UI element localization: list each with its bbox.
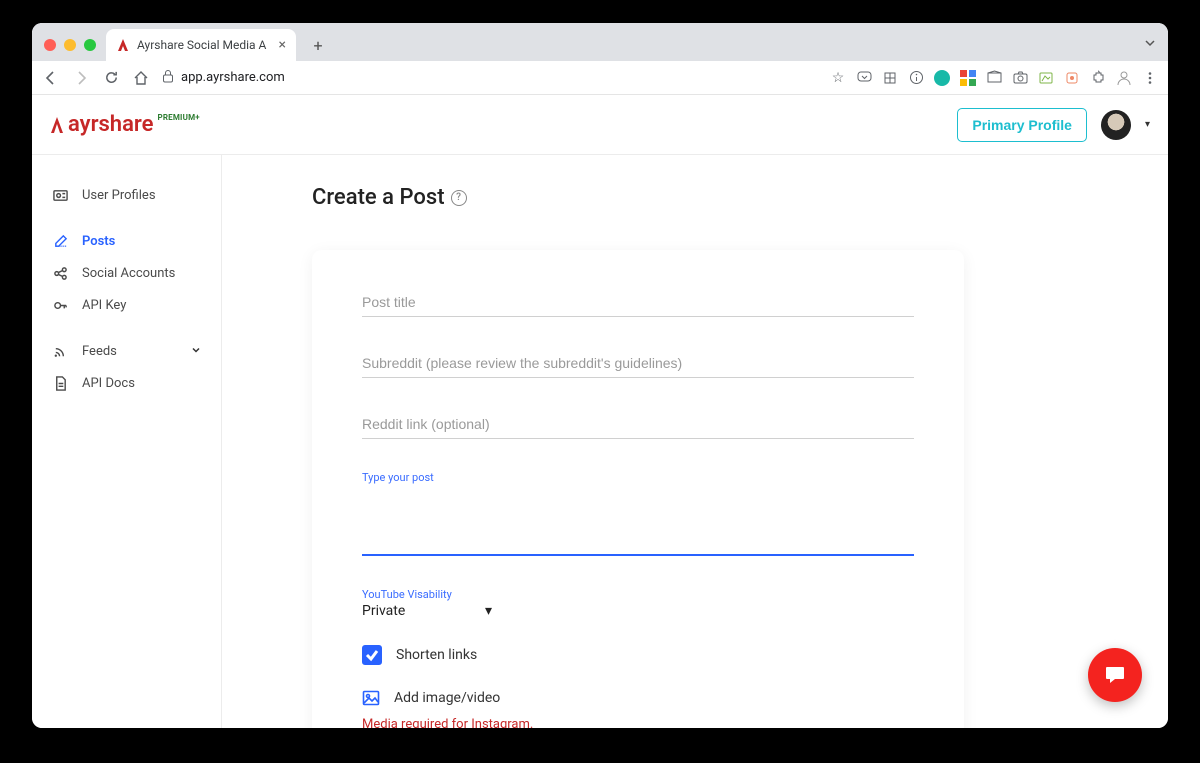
sidebar-item-api-docs[interactable]: API Docs: [32, 367, 221, 399]
shield-icon[interactable]: [882, 70, 898, 86]
extension-icon[interactable]: [960, 70, 976, 86]
page-title-text: Create a Post: [312, 185, 445, 210]
tab-overflow-icon[interactable]: [1144, 34, 1156, 53]
check-icon: [365, 648, 379, 662]
logo-text: ayrshare: [68, 112, 153, 137]
tab-title: Ayrshare Social Media API Das: [137, 38, 267, 52]
sidebar-item-label: API Docs: [82, 376, 135, 391]
sidebar-item-label: Posts: [82, 234, 115, 249]
profile-icon[interactable]: [1116, 70, 1132, 86]
post-body-textarea[interactable]: [362, 486, 914, 556]
browser-tab-strip: Ayrshare Social Media API Das × +: [32, 23, 1168, 61]
logo-icon: [50, 116, 64, 134]
add-media-label: Add image/video: [394, 690, 500, 706]
image-icon: [362, 689, 380, 707]
sidebar: User Profiles Posts Social Accounts API …: [32, 155, 222, 728]
subreddit-input[interactable]: [362, 349, 914, 378]
browser-tab[interactable]: Ayrshare Social Media API Das ×: [106, 29, 296, 61]
maximize-window-button[interactable]: [84, 39, 96, 51]
home-button[interactable]: [132, 69, 150, 87]
info-icon[interactable]: [908, 70, 924, 86]
chevron-down-icon[interactable]: ▾: [1145, 119, 1150, 130]
sidebar-item-label: Feeds: [82, 344, 117, 359]
sidebar-item-feeds[interactable]: Feeds: [32, 335, 221, 367]
reload-button[interactable]: [102, 69, 120, 87]
extension-icon[interactable]: [1038, 70, 1054, 86]
chat-icon: [1103, 663, 1127, 687]
sidebar-item-label: API Key: [82, 298, 126, 313]
reddit-link-input[interactable]: [362, 410, 914, 439]
shorten-links-label: Shorten links: [396, 647, 477, 663]
youtube-visibility-label: YouTube Visability: [362, 588, 914, 601]
youtube-visibility-select[interactable]: Private ▾: [362, 601, 492, 621]
post-form-card: Type your post YouTube Visability Privat…: [312, 250, 964, 728]
pocket-icon[interactable]: [856, 70, 872, 86]
extensions-menu-icon[interactable]: [1090, 70, 1106, 86]
new-tab-button[interactable]: +: [304, 31, 332, 59]
extension-icon[interactable]: [934, 70, 950, 86]
share-icon: [52, 265, 68, 281]
sidebar-item-posts[interactable]: Posts: [32, 225, 221, 257]
chevron-down-icon: ▾: [485, 603, 492, 619]
users-icon: [52, 187, 68, 203]
sidebar-item-api-key[interactable]: API Key: [32, 289, 221, 321]
chat-fab-button[interactable]: [1088, 648, 1142, 702]
forward-button[interactable]: [72, 69, 90, 87]
rss-icon: [52, 343, 68, 359]
sidebar-item-label: Social Accounts: [82, 266, 175, 281]
url-text: app.ayrshare.com: [181, 70, 285, 85]
extension-icon[interactable]: [986, 70, 1002, 86]
address-bar[interactable]: app.ayrshare.com: [162, 69, 285, 87]
avatar[interactable]: [1101, 110, 1131, 140]
page-title: Create a Post ?: [312, 185, 1168, 210]
extension-icon[interactable]: [1064, 70, 1080, 86]
sidebar-item-label: User Profiles: [82, 188, 156, 203]
star-bookmark-icon[interactable]: ☆: [830, 70, 846, 86]
edit-icon: [52, 233, 68, 249]
key-icon: [52, 297, 68, 313]
add-media-button[interactable]: Add image/video: [362, 689, 914, 707]
minimize-window-button[interactable]: [64, 39, 76, 51]
post-title-input[interactable]: [362, 288, 914, 317]
browser-toolbar: app.ayrshare.com ☆: [32, 61, 1168, 95]
shorten-links-checkbox[interactable]: [362, 645, 382, 665]
kebab-menu-icon[interactable]: [1142, 70, 1158, 86]
chevron-down-icon: [191, 344, 201, 359]
media-warning-text: Media required for Instagram.: [362, 717, 914, 728]
logo[interactable]: ayrshare PREMIUM+: [50, 112, 198, 137]
back-button[interactable]: [42, 69, 60, 87]
premium-badge: PREMIUM+: [157, 113, 199, 122]
camera-icon[interactable]: [1012, 70, 1028, 86]
post-body-label: Type your post: [362, 471, 914, 484]
help-icon[interactable]: ?: [451, 190, 467, 206]
app-header: ayrshare PREMIUM+ Primary Profile ▾: [32, 95, 1168, 155]
close-window-button[interactable]: [44, 39, 56, 51]
sidebar-item-user-profiles[interactable]: User Profiles: [32, 179, 221, 211]
window-controls: [42, 39, 106, 61]
favicon-icon: [116, 38, 130, 52]
lock-icon: [162, 69, 174, 87]
select-value: Private: [362, 603, 405, 619]
sidebar-item-social-accounts[interactable]: Social Accounts: [32, 257, 221, 289]
document-icon: [52, 375, 68, 391]
primary-profile-button[interactable]: Primary Profile: [957, 108, 1087, 142]
close-tab-icon[interactable]: ×: [279, 37, 286, 53]
